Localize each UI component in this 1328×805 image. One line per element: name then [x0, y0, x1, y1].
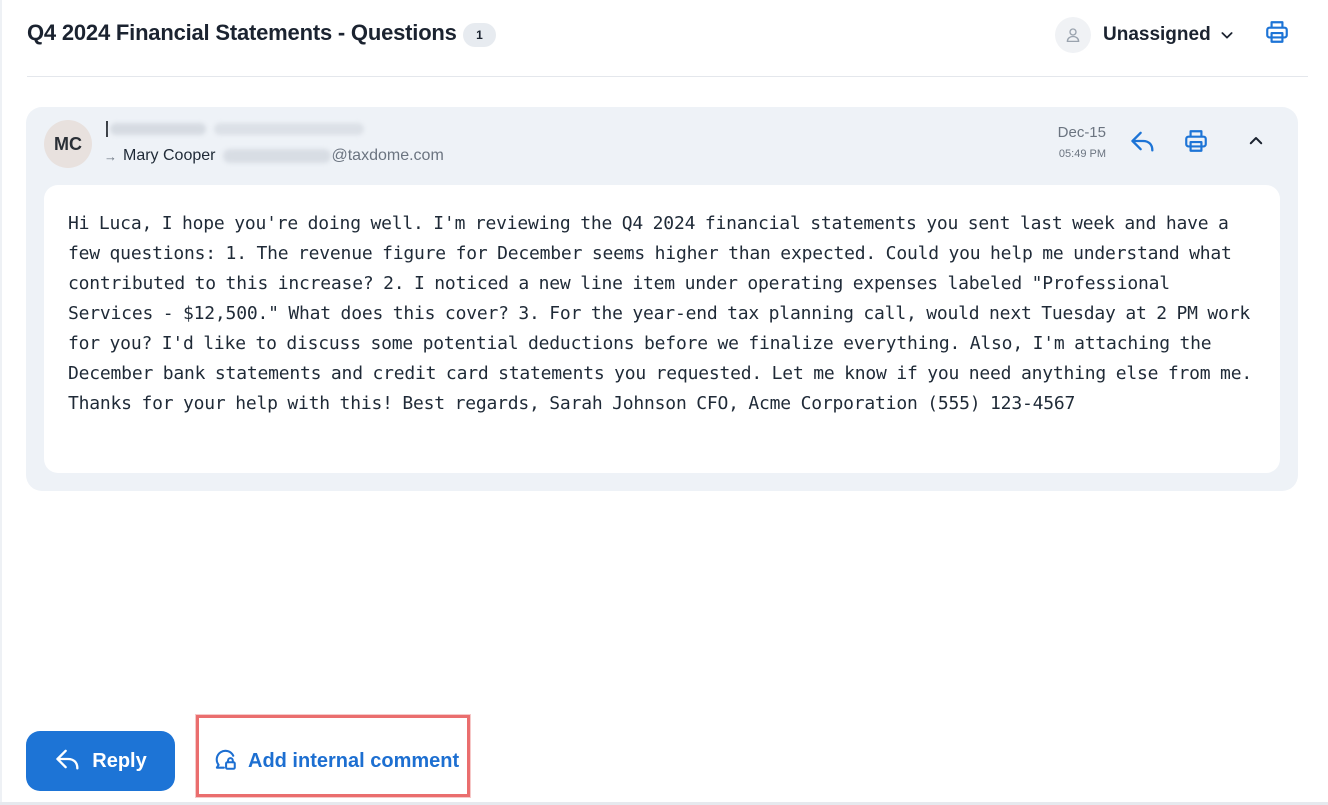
user-icon [1055, 17, 1091, 53]
conversation-header: Q4 2024 Financial Statements - Questions… [27, 0, 1308, 77]
message-date: Dec-15 [1057, 124, 1106, 141]
reply-message-button[interactable] [1128, 128, 1158, 158]
recipient-line: → Mary Cooper @taxdome.com [104, 146, 444, 166]
assignee-dropdown[interactable]: Unassigned [1055, 17, 1235, 53]
recipient-email-redacted [223, 149, 332, 163]
arrow-right-icon: → [104, 148, 117, 164]
reply-arrow-icon [1129, 127, 1157, 160]
reply-button[interactable]: Reply [26, 731, 175, 791]
add-internal-comment-label: Add internal comment [248, 749, 460, 772]
lock-comment-icon [212, 746, 238, 777]
sender-avatar: MC [44, 120, 92, 168]
print-message-button[interactable] [1181, 128, 1211, 158]
reply-arrow-icon [54, 745, 82, 778]
chevron-up-icon [1247, 132, 1265, 155]
panel-left-border [0, 0, 2, 805]
collapse-message-button[interactable] [1241, 128, 1271, 158]
message-time: 05:49 PM [1058, 148, 1106, 160]
reply-label: Reply [92, 749, 147, 772]
recipient-name: Mary Cooper [123, 147, 216, 164]
assignee-label: Unassigned [1103, 24, 1211, 45]
printer-icon [1264, 19, 1290, 50]
recipient-email-domain: @taxdome.com [331, 147, 444, 164]
message-count-badge: 1 [463, 23, 496, 47]
conversation-title: Q4 2024 Financial Statements - Questions [27, 20, 457, 45]
message-text: Hi Luca, I hope you're doing well. I'm r… [68, 213, 1252, 414]
printer-icon [1183, 128, 1209, 159]
chevron-down-icon [1219, 27, 1235, 43]
sender-redacted [106, 121, 364, 137]
print-button[interactable] [1263, 20, 1291, 48]
message-body: Hi Luca, I hope you're doing well. I'm r… [44, 185, 1280, 473]
message-card[interactable]: MC → Mary Cooper @taxdome.com Dec-15 05:… [26, 107, 1298, 491]
add-internal-comment-button[interactable]: Add internal comment [212, 746, 459, 776]
